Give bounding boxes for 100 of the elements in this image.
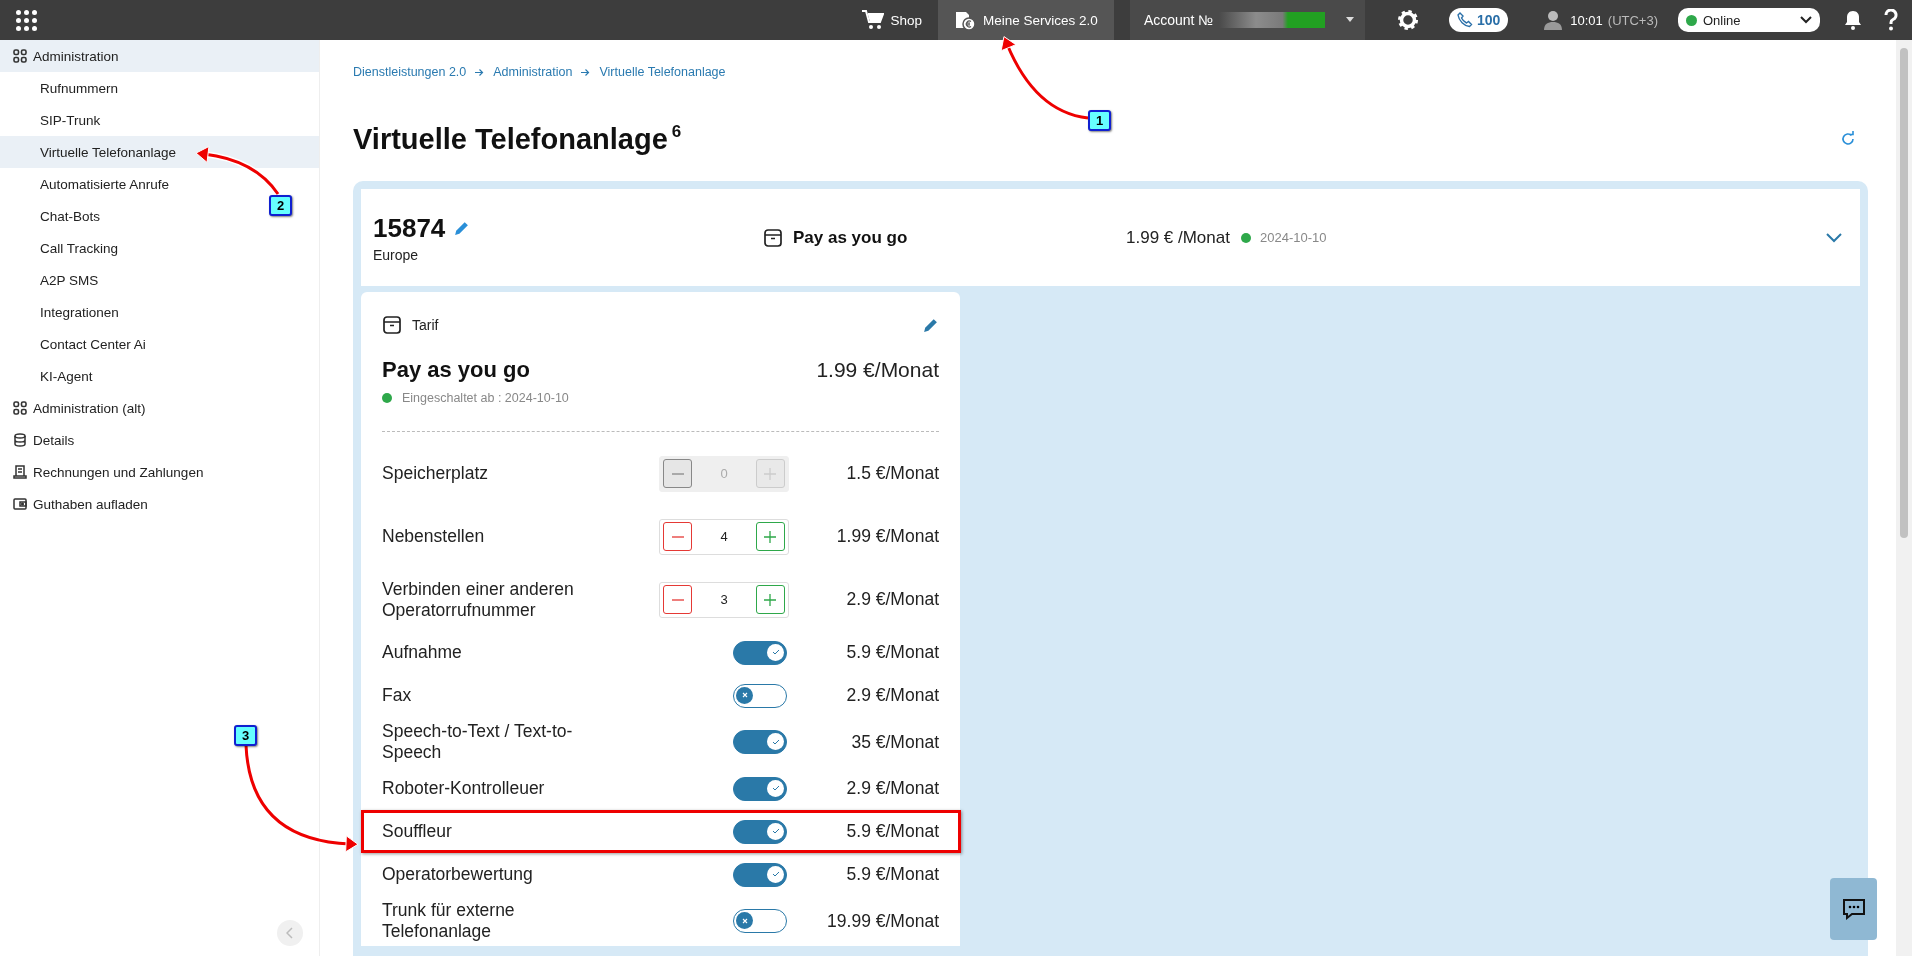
timezone-label: (UTC+3) [1607, 12, 1658, 28]
settings-icon[interactable] [1396, 9, 1419, 31]
phone-icon [1456, 12, 1473, 28]
decrement-button[interactable] [663, 522, 692, 551]
chevron-left-icon [286, 927, 294, 939]
sidebar-item[interactable]: Rufnummern [0, 72, 127, 104]
active-since-label: Eingeschaltet ab : 2024-10-10 [402, 391, 569, 405]
nav-tab[interactable]: Meine Services 2.0 [938, 0, 1114, 40]
account-selector[interactable]: Account № [1129, 0, 1365, 40]
plus-icon [764, 593, 777, 606]
chevron-down-icon[interactable] [1826, 232, 1842, 243]
card-title: Tarif [412, 317, 439, 333]
check-icon [771, 785, 780, 791]
toggle-switch[interactable] [733, 862, 787, 887]
option-price: 1.5 €/Monat [845, 463, 939, 484]
check-icon [771, 649, 780, 655]
clock-time: 10:01 [1570, 12, 1603, 28]
sidebar-item[interactable]: Chat-Bots [0, 200, 109, 232]
decrement-button[interactable] [663, 585, 692, 614]
scrollbar-thumb[interactable] [1900, 48, 1908, 538]
tariff-name: Pay as you go [382, 357, 530, 383]
sidebar-item[interactable]: Call Tracking [0, 232, 127, 264]
increment-button[interactable] [756, 585, 785, 614]
option-label: Trunk für externe Telefonanlage [382, 900, 516, 942]
status-dropdown[interactable]: Online [1678, 8, 1820, 32]
sidebar-item[interactable]: SIP-Trunk [0, 104, 109, 136]
toggle-switch[interactable] [733, 776, 787, 801]
toggle-switch[interactable] [733, 819, 787, 844]
quantity-stepper[interactable]: 4 [659, 518, 789, 555]
minus-icon [671, 472, 684, 475]
sidebar-item[interactable]: Integrationen [0, 296, 127, 328]
archive-box-icon [382, 315, 402, 335]
option-label: Nebenstellen [382, 526, 486, 547]
option-price: 2.9 €/Monat [845, 685, 939, 706]
calls-counter[interactable]: 100 [1448, 8, 1509, 32]
refresh-icon[interactable] [1840, 131, 1856, 147]
chat-button[interactable] [1830, 878, 1877, 940]
sidebar-item[interactable]: Virtuelle Telefonanlage [0, 136, 319, 168]
sidebar-item[interactable]: Contact Center Ai [0, 328, 154, 360]
database-icon [13, 433, 27, 447]
option-price: 5.9 €/Monat [845, 642, 939, 663]
quantity-stepper[interactable]: 3 [659, 581, 789, 618]
sidebar-group[interactable]: Administration (alt) [0, 392, 319, 424]
nav-tab[interactable]: Shop [845, 0, 939, 40]
sidebar-group[interactable]: Administration [0, 40, 319, 72]
apps-grid-icon[interactable] [16, 9, 37, 31]
callout-badge: 1 [1088, 110, 1111, 131]
option-price: 35 €/Monat [850, 731, 939, 753]
grid-icon [13, 401, 27, 415]
pencil-icon[interactable] [922, 316, 939, 334]
tariff-price: 1.99 €/Monat [816, 358, 939, 382]
sidebar-group[interactable]: Guthaben aufladen [0, 488, 319, 520]
quantity-value: 0 [720, 466, 728, 481]
sidebar-group[interactable]: Details [0, 424, 319, 456]
caret-icon [1344, 17, 1355, 23]
option-label: Aufnahme [382, 642, 463, 663]
plus-icon [764, 467, 777, 480]
plus-icon [764, 530, 777, 543]
cross-icon [741, 692, 748, 698]
pencil-icon[interactable] [453, 219, 471, 237]
plan-name: Pay as you go [793, 227, 908, 248]
minus-icon [671, 598, 684, 601]
sidebar-item[interactable]: KI-Agent [0, 360, 101, 392]
option-label: Roboter-Kontrolleuer [382, 778, 546, 799]
region-label: Europe [373, 246, 420, 263]
check-icon [771, 738, 780, 745]
plan-price: 1.99 € /Monat [1126, 227, 1230, 248]
bell-icon[interactable] [1844, 10, 1862, 30]
receipt-icon [13, 465, 27, 479]
status-dot-icon [1240, 232, 1251, 243]
sidebar-item[interactable]: Automatisierte Anrufe [0, 168, 178, 200]
arrow-right-icon [475, 67, 485, 77]
option-price: 1.99 €/Monat [835, 526, 939, 547]
breadcrumb-link[interactable]: Dienstleistungen 2.0 [353, 65, 467, 79]
avatar-icon[interactable] [1544, 10, 1563, 30]
option-price: 5.9 €/Monat [845, 864, 939, 885]
sidebar-group[interactable]: Rechnungen und Zahlungen [0, 456, 319, 488]
page-title: Virtuelle Telefonanlage$^{6}$ [353, 122, 682, 156]
breadcrumb-link[interactable]: Virtuelle Telefonanlage [599, 65, 726, 79]
grid-icon [13, 49, 27, 63]
toggle-switch[interactable] [733, 640, 787, 665]
breadcrumb-link[interactable]: Administration [493, 65, 573, 79]
callout-badge: 2 [269, 195, 292, 216]
chat-bubble-icon [1841, 898, 1866, 920]
option-price: 2.9 €/Monat [845, 589, 939, 610]
option-label: Operatorbewertung [382, 864, 534, 885]
cart-icon [861, 10, 884, 30]
toggle-switch[interactable] [733, 730, 787, 754]
option-label: Souffleur [382, 821, 453, 842]
sidebar-item[interactable]: A2P SMS [0, 264, 107, 296]
chevron-down-icon [1800, 16, 1812, 24]
increment-button[interactable] [756, 522, 785, 551]
cross-icon [741, 917, 748, 924]
help-icon[interactable] [1884, 9, 1898, 31]
option-label: Speicherplatz [382, 463, 490, 484]
status-dot-icon [1686, 14, 1697, 26]
option-price: 2.9 €/Monat [845, 778, 939, 799]
status-dot-icon [382, 393, 392, 403]
option-label: Speech-to-Text / Text-to-Speech [382, 721, 574, 763]
arrow-right-icon [581, 67, 591, 77]
